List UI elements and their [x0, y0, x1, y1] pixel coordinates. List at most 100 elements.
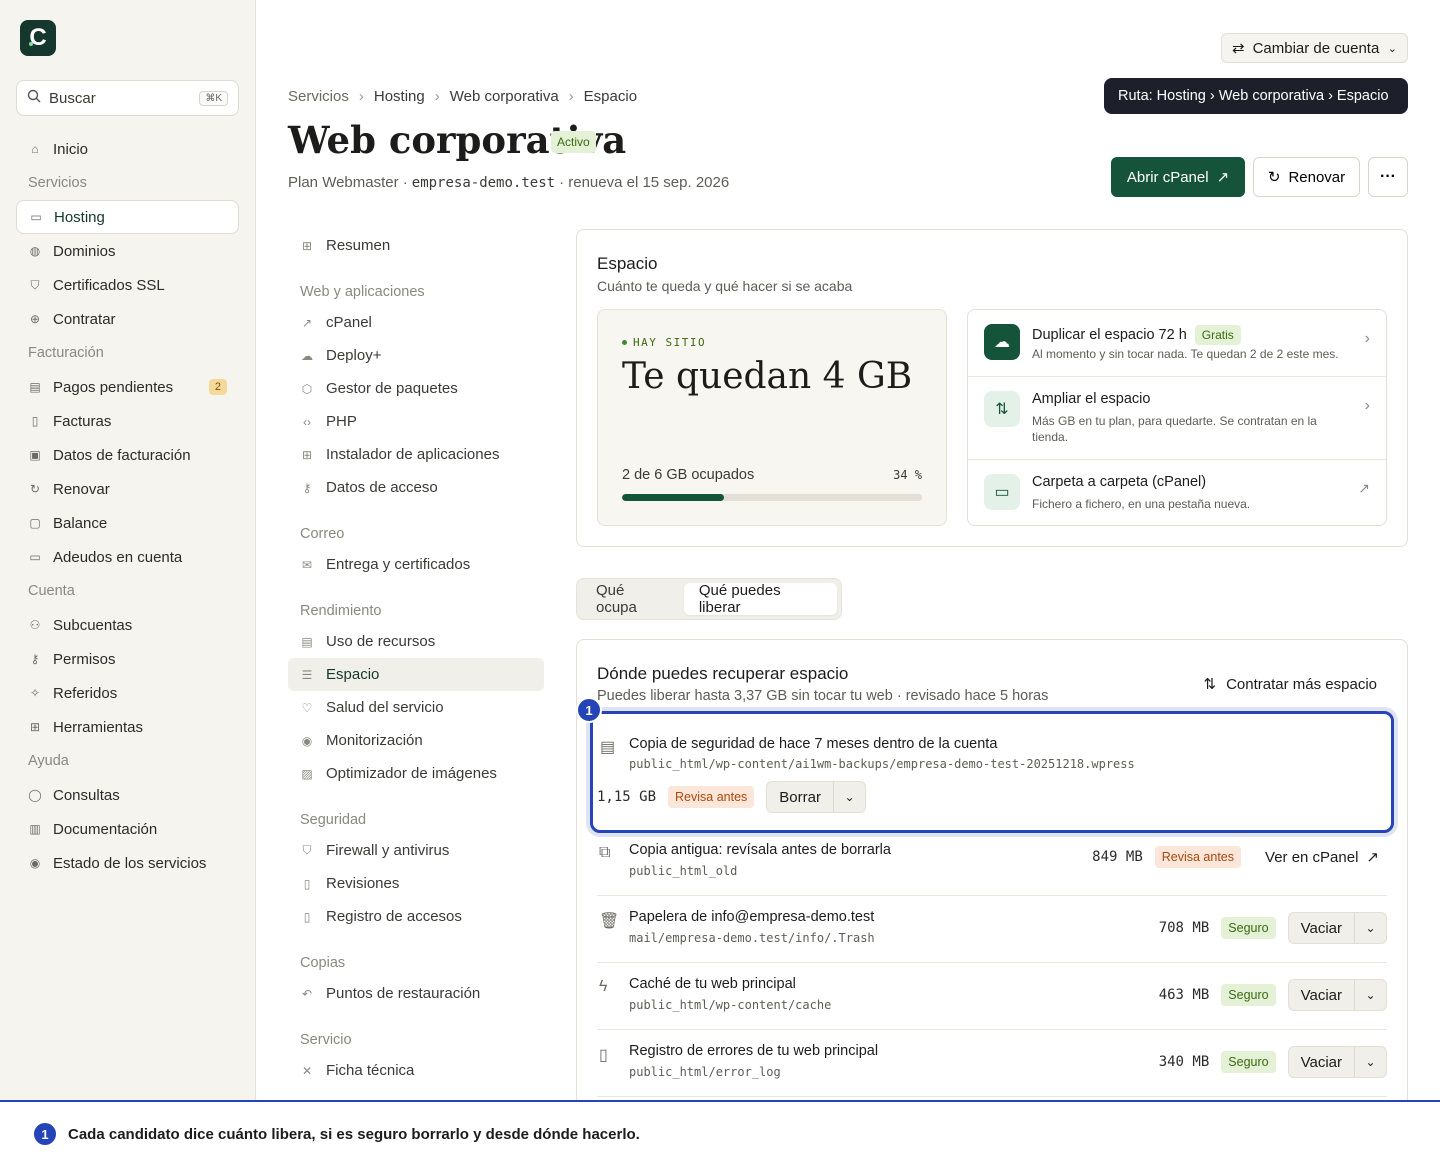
chevron-down-icon[interactable]: ⌄ — [1354, 980, 1386, 1010]
sidebar-item-inicio[interactable]: ⌂ Inicio — [16, 132, 239, 166]
subnav-item-cpanel[interactable]: ↗ cPanel — [288, 306, 544, 339]
option-folder[interactable]: ▭ Carpeta a carpeta (cPanel) Fichero a f… — [968, 460, 1386, 526]
space-card: Espacio Cuánto te queda y qué hacer si s… — [576, 229, 1408, 547]
status-badge: Activo — [551, 131, 596, 153]
open-cpanel-button[interactable]: Abrir cPanel ↗ — [1111, 157, 1245, 197]
delete-split-button[interactable]: Borrar ⌄ — [766, 781, 866, 813]
subnav-item-entrega[interactable]: ✉ Entrega y certificados — [288, 548, 544, 581]
space-summary: HAY SITIO Te quedan 4 GB 2 de 6 GB ocupa… — [597, 309, 947, 526]
breadcrumb-web[interactable]: Web corporativa — [450, 88, 559, 105]
cloud-upload-icon: ☁ — [984, 324, 1020, 360]
space-used: 2 de 6 GB ocupados — [622, 467, 755, 483]
sidebar-item-herramientas[interactable]: ⊞ Herramientas — [16, 710, 239, 744]
status-badge: Revisa antes — [1154, 846, 1242, 868]
sparkle-icon: ✧ — [29, 686, 41, 700]
view-cpanel-link[interactable]: Ver en cPanel ↗ — [1265, 848, 1379, 867]
sidebar-item-adeudos[interactable]: ▭ Adeudos en cuenta — [16, 540, 239, 574]
subnav-item-salud[interactable]: ♡ Salud del servicio — [288, 691, 544, 724]
sidebar-item-contratar[interactable]: ⊕ Contratar — [16, 302, 239, 336]
candidate-title: Copia de seguridad de hace 7 meses dentr… — [629, 736, 998, 752]
buy-more-space-link[interactable]: ⇅ Contratar más espacio — [1203, 675, 1377, 694]
search-placeholder: Buscar — [49, 89, 96, 107]
sidebar-item-balance[interactable]: ▢ Balance — [16, 506, 239, 540]
subnav-item-optim[interactable]: ▨ Optimizador de imágenes — [288, 757, 544, 790]
breadcrumb-servicios[interactable]: Servicios — [288, 88, 349, 105]
chevron-right-icon: › — [1364, 330, 1370, 347]
sidebar-item-consultas[interactable]: ◯ Consultas — [16, 778, 239, 812]
subnav-item-gestor[interactable]: ⬡ Gestor de paquetes — [288, 372, 544, 405]
sidebar-item-renovar[interactable]: ↻ Renovar — [16, 472, 239, 506]
sidebar-item-datos-facturacion[interactable]: ▣ Datos de facturación — [16, 438, 239, 472]
globe-icon: ◍ — [29, 244, 41, 258]
key-icon: ⚷ — [302, 480, 312, 495]
subnav-item-instalador[interactable]: ⊞ Instalador de aplicaciones — [288, 438, 544, 471]
trash-icon: 🗑 — [599, 913, 620, 930]
sidebar-item-estado[interactable]: ◉ Estado de los servicios — [16, 846, 239, 880]
swap-icon: ⇄ — [1232, 40, 1245, 57]
subnav-item-php[interactable]: ‹› PHP — [288, 405, 544, 438]
subnav-item-resumen[interactable]: ⊞ Resumen — [288, 229, 544, 262]
subnav-item-espacio[interactable]: ☰ Espacio — [288, 658, 544, 691]
sidebar-item-pagos[interactable]: ▤ Pagos pendientes 2 — [16, 370, 239, 404]
subnav-item-registro[interactable]: ▯ Registro de accesos — [288, 900, 544, 933]
view-tabs: Qué ocupa Qué puedes liberar — [576, 578, 842, 620]
empty-split-button[interactable]: Vaciar ⌄ — [1287, 912, 1387, 944]
recover-subtitle: Puedes liberar hasta 3,37 GB sin tocar t… — [597, 688, 1049, 704]
list-item: ▯ Registro de errores de tu web principa… — [597, 1030, 1387, 1097]
subnav-item-datos-acceso[interactable]: ⚷ Datos de acceso — [288, 471, 544, 504]
empty-split-button[interactable]: Vaciar ⌄ — [1287, 979, 1387, 1011]
renew-button[interactable]: ↻ Renovar — [1253, 157, 1360, 197]
sidebar-section-cuenta: Cuenta — [28, 583, 75, 599]
subnav-item-puntos[interactable]: ↶ Puntos de restauración — [288, 977, 544, 1010]
sidebar-item-hosting[interactable]: ▭ Hosting — [16, 200, 239, 234]
subnav-item-uso[interactable]: ▤ Uso de recursos — [288, 625, 544, 658]
tab-que-liberar[interactable]: Qué puedes liberar — [683, 582, 837, 616]
sidebar-item-dominios[interactable]: ◍ Dominios — [16, 234, 239, 268]
sidebar-item-facturas[interactable]: ▯ Facturas — [16, 404, 239, 438]
refresh-icon: ↻ — [1267, 169, 1281, 186]
sidebar-item-documentacion[interactable]: ▥ Documentación — [16, 812, 239, 846]
chevron-down-icon[interactable]: ⌄ — [1354, 913, 1386, 943]
recover-card: Dónde puedes recuperar espacio Puedes li… — [576, 639, 1408, 1109]
option-duplicate[interactable]: ☁ Duplicar el espacio 72 h Gratis Al mome… — [968, 310, 1386, 377]
chevron-down-icon[interactable]: ⌄ — [1354, 1047, 1386, 1077]
shield-icon: ⛉ — [302, 843, 312, 857]
service-subnav: ⊞ Resumen Web y aplicaciones ↗ cPanel ☁ Dep… — [288, 229, 544, 1087]
more-actions-button[interactable]: ··· — [1368, 157, 1408, 197]
sidebar-item-referidos[interactable]: ✧ Referidos — [16, 676, 239, 710]
arrows-up-down-icon: ⇅ — [1203, 676, 1217, 693]
space-title: Espacio — [597, 254, 658, 273]
subnav-item-revisiones[interactable]: ▯ Revisiones — [288, 867, 544, 900]
banknote-icon: ▢ — [29, 516, 41, 530]
clipboard-icon: ▯ — [303, 876, 311, 891]
chevron-down-icon[interactable]: ⌄ — [832, 782, 865, 812]
lightning-icon: ϟ — [599, 978, 608, 995]
breadcrumb-hosting[interactable]: Hosting — [374, 88, 425, 105]
tab-que-ocupa[interactable]: Qué ocupa — [581, 582, 682, 616]
sidebar-section-servicios: Servicios — [28, 175, 87, 191]
credit-card-icon: ▭ — [29, 550, 41, 564]
file-text-icon: ▯ — [599, 1047, 608, 1064]
subnav-item-ficha[interactable]: ✕ Ficha técnica — [288, 1054, 544, 1087]
status-badge: Revisa antes — [668, 786, 755, 808]
subnav-section-rendimiento: Rendimiento — [300, 603, 382, 619]
switch-account-button[interactable]: ⇄ Cambiar de cuenta ⌄ — [1221, 33, 1408, 63]
option-expand[interactable]: ⇅ Ampliar el espacio Más GB en tu plan, … — [968, 377, 1386, 460]
brand-logo[interactable]: C — [20, 20, 56, 56]
subnav-item-firewall[interactable]: ⛉ Firewall y antivirus — [288, 834, 544, 867]
empty-split-button[interactable]: Vaciar ⌄ — [1287, 1046, 1387, 1078]
image-icon: ▨ — [301, 766, 313, 781]
subnav-section-servicio: Servicio — [300, 1032, 352, 1048]
search-icon — [27, 89, 41, 107]
search-input[interactable]: Buscar ⌘K — [16, 80, 239, 116]
sidebar-item-permisos[interactable]: ⚷ Permisos — [16, 642, 239, 676]
plan-summary: Plan Webmaster · empresa-demo.test · ren… — [288, 174, 730, 191]
sidebar-section-ayuda: Ayuda — [28, 753, 69, 769]
arrows-up-down-icon: ⇅ — [984, 391, 1020, 427]
annotation-marker: 1 — [32, 1121, 58, 1147]
subnav-item-deploy[interactable]: ☁ Deploy+ — [288, 339, 544, 372]
subnav-item-monitor[interactable]: ◉ Monitorización — [288, 724, 544, 757]
sidebar-item-ssl[interactable]: ⛉ Certificados SSL — [16, 268, 239, 302]
sidebar-item-subcuentas[interactable]: ⚇ Subcuentas — [16, 608, 239, 642]
chevron-right-icon: › — [434, 88, 440, 105]
